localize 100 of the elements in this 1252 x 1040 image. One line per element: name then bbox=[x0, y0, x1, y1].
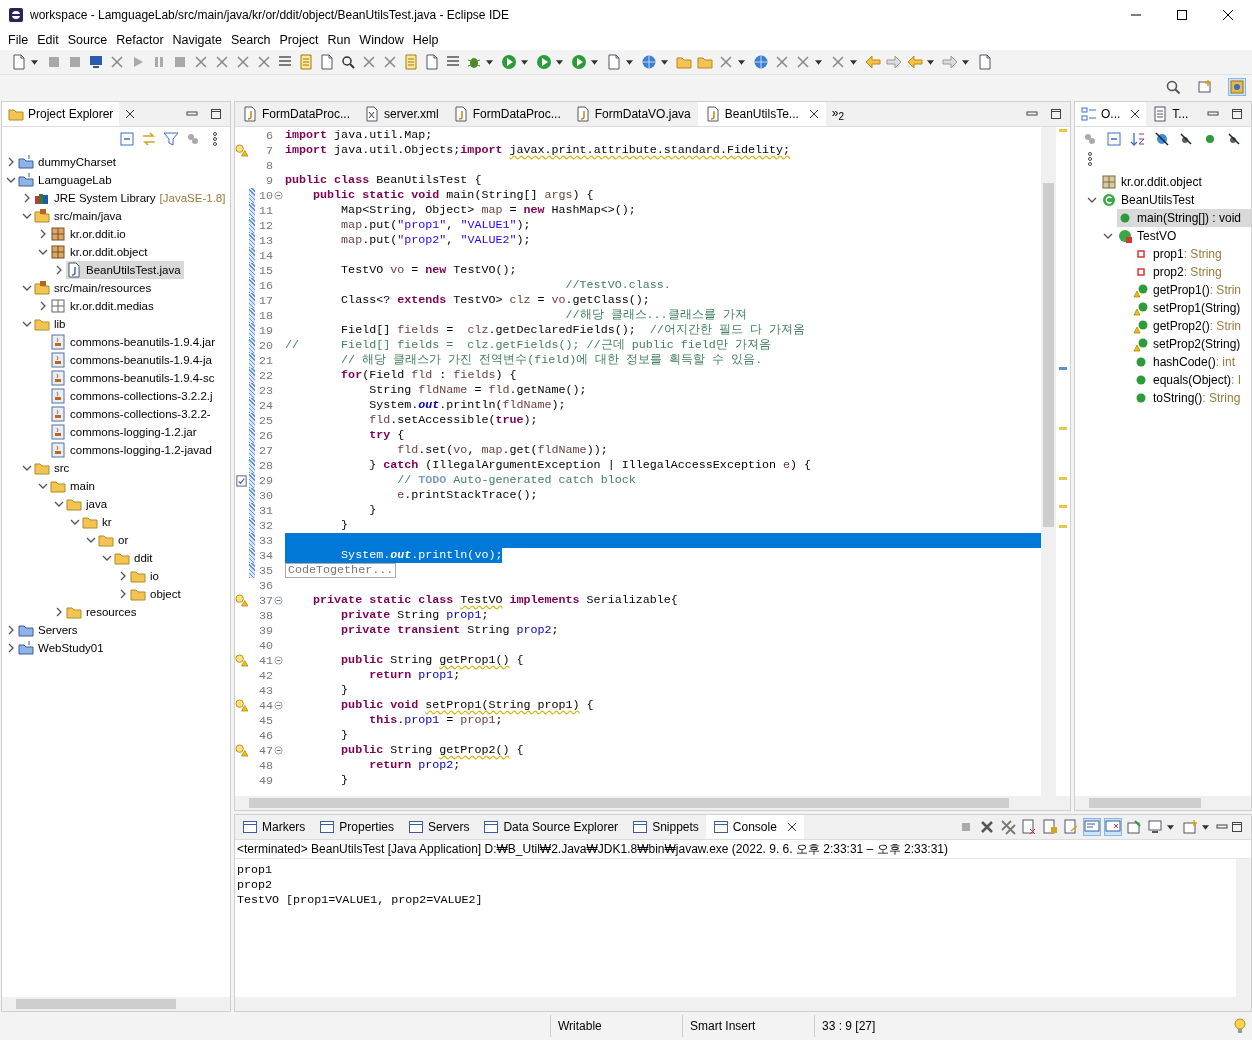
chevron-icon[interactable] bbox=[6, 175, 16, 185]
caret-icon[interactable] bbox=[738, 59, 745, 65]
run-icon[interactable] bbox=[501, 54, 517, 70]
menu-item[interactable]: File bbox=[8, 33, 34, 47]
chevron-icon[interactable] bbox=[22, 283, 32, 293]
run-icon[interactable] bbox=[571, 54, 587, 70]
tree-item[interactable]: io bbox=[130, 567, 162, 585]
tree-item[interactable]: setProp2(String) bbox=[1133, 335, 1244, 353]
hide-fields-icon[interactable] bbox=[1154, 131, 1170, 147]
chevron-icon[interactable] bbox=[6, 625, 16, 635]
chevron-icon[interactable] bbox=[118, 589, 128, 599]
chevron-icon[interactable] bbox=[22, 463, 32, 473]
menu-item[interactable]: Run bbox=[327, 33, 356, 47]
tree-item[interactable]: kr.or.ddit.io bbox=[50, 225, 129, 243]
caret-icon[interactable] bbox=[1202, 824, 1209, 830]
scrollbar[interactable] bbox=[1041, 127, 1056, 796]
collapse-all-icon[interactable] bbox=[1106, 131, 1122, 147]
chevron-icon[interactable] bbox=[86, 535, 96, 545]
chevron-icon[interactable] bbox=[1103, 231, 1113, 241]
chevron-icon[interactable] bbox=[6, 157, 16, 167]
search-icon[interactable] bbox=[340, 54, 356, 70]
collapse-icon[interactable] bbox=[273, 746, 283, 755]
menu-item[interactable]: Project bbox=[279, 33, 324, 47]
view-tab[interactable]: O... bbox=[1075, 102, 1147, 126]
close-icon[interactable] bbox=[125, 109, 136, 119]
filter-icon[interactable] bbox=[163, 131, 179, 147]
folder-icon[interactable] bbox=[676, 54, 692, 70]
tree-item[interactable]: JRE System Library [JavaSE-1.8] bbox=[34, 189, 229, 207]
chevron-icon[interactable] bbox=[38, 229, 48, 239]
editor-tab[interactable]: FormDataVO.java bbox=[567, 102, 698, 126]
hide-local-icon[interactable] bbox=[1226, 131, 1242, 147]
hide-static-icon[interactable] bbox=[1178, 131, 1194, 147]
caret-icon[interactable] bbox=[31, 59, 38, 65]
stop-icon[interactable] bbox=[172, 54, 188, 70]
tree-item[interactable]: hashCode(): int bbox=[1133, 353, 1239, 371]
scrollbar[interactable] bbox=[235, 796, 1070, 810]
tree-item[interactable]: or bbox=[98, 531, 132, 549]
tree-item[interactable]: BeanUtilsTest.java bbox=[66, 261, 184, 279]
view-tab[interactable]: Console bbox=[705, 815, 804, 839]
caret-icon[interactable] bbox=[1167, 824, 1174, 830]
collapse-all-icon[interactable] bbox=[119, 131, 135, 147]
tree-item[interactable]: kr.or.ddit.object bbox=[50, 243, 151, 261]
tree-item[interactable]: dummyCharset bbox=[18, 153, 119, 171]
tree-item[interactable]: src/main/java bbox=[34, 207, 125, 225]
tree-item[interactable]: commons-logging-1.2.jar bbox=[50, 423, 200, 441]
warning-bulb-icon[interactable] bbox=[235, 144, 248, 157]
view-tab[interactable]: T... bbox=[1146, 102, 1195, 126]
tree-item[interactable]: WebStudy01 bbox=[18, 639, 107, 657]
collapse-icon[interactable] bbox=[273, 701, 283, 710]
tree-item[interactable]: src bbox=[34, 459, 73, 477]
tree-item[interactable]: resources bbox=[66, 603, 140, 621]
tree-item[interactable]: commons-beanutils-1.9.4-sc bbox=[50, 369, 218, 387]
tree-item[interactable]: src/main/resources bbox=[34, 279, 155, 297]
link-arrows-icon[interactable] bbox=[141, 131, 157, 147]
warning-bulb-icon[interactable] bbox=[235, 744, 248, 757]
java-perspective-icon[interactable] bbox=[1229, 79, 1245, 95]
globe-icon[interactable] bbox=[753, 54, 769, 70]
show-output-icon[interactable] bbox=[1084, 819, 1100, 835]
open-perspective-icon[interactable] bbox=[1197, 79, 1213, 95]
caret-icon[interactable] bbox=[850, 59, 857, 65]
tree-item[interactable]: Servers bbox=[18, 621, 81, 639]
collapse-icon[interactable] bbox=[273, 191, 283, 200]
chevron-icon[interactable] bbox=[38, 301, 48, 311]
search-icon[interactable] bbox=[1165, 79, 1181, 95]
arrow-left-icon[interactable] bbox=[865, 54, 881, 70]
view-tab[interactable]: Markers bbox=[235, 815, 313, 839]
chevron-icon[interactable] bbox=[22, 319, 32, 329]
clear-console-icon[interactable] bbox=[1021, 819, 1037, 835]
collapse-icon[interactable] bbox=[273, 656, 283, 665]
tree-item[interactable]: lib bbox=[34, 315, 69, 333]
scrollbar[interactable] bbox=[2, 997, 230, 1011]
chevron-icon[interactable] bbox=[54, 607, 64, 617]
warning-bulb-icon[interactable] bbox=[235, 699, 248, 712]
new-icon[interactable] bbox=[606, 54, 622, 70]
tree-item[interactable]: object bbox=[130, 585, 184, 603]
close-icon[interactable] bbox=[808, 109, 819, 119]
tree-item[interactable]: TestVO bbox=[1117, 227, 1180, 245]
tree-item[interactable]: main bbox=[50, 477, 98, 495]
tree-item[interactable]: kr.or.ddit.object bbox=[1101, 173, 1205, 191]
maximize-button[interactable] bbox=[1176, 9, 1188, 21]
tree-item[interactable]: getProp2(): Strin bbox=[1133, 317, 1245, 335]
menu-item[interactable]: Source bbox=[67, 33, 113, 47]
tree-item[interactable]: getProp1(): Strin bbox=[1133, 281, 1245, 299]
menu-item[interactable]: Navigate bbox=[172, 33, 227, 47]
caret-icon[interactable] bbox=[661, 59, 668, 65]
chevron-icon[interactable] bbox=[102, 553, 112, 563]
menu-item[interactable]: Search bbox=[230, 33, 276, 47]
tree-item[interactable]: BeanUtilsTest bbox=[1101, 191, 1198, 209]
scroll-lock-icon[interactable] bbox=[1042, 819, 1058, 835]
warning-bulb-icon[interactable] bbox=[235, 594, 248, 607]
chevron-icon[interactable] bbox=[70, 517, 80, 527]
scrollbar[interactable] bbox=[1075, 796, 1251, 810]
chevron-icon[interactable] bbox=[38, 481, 48, 491]
sort-icon[interactable] bbox=[1130, 131, 1146, 147]
editor-tab[interactable]: server.xml bbox=[357, 102, 446, 126]
view-tab[interactable]: Properties bbox=[312, 815, 402, 839]
tree-item[interactable]: main(String[]) : void bbox=[1117, 209, 1251, 227]
caret-icon[interactable] bbox=[626, 59, 633, 65]
caret-icon[interactable] bbox=[962, 59, 969, 65]
chevron-icon[interactable] bbox=[118, 571, 128, 581]
